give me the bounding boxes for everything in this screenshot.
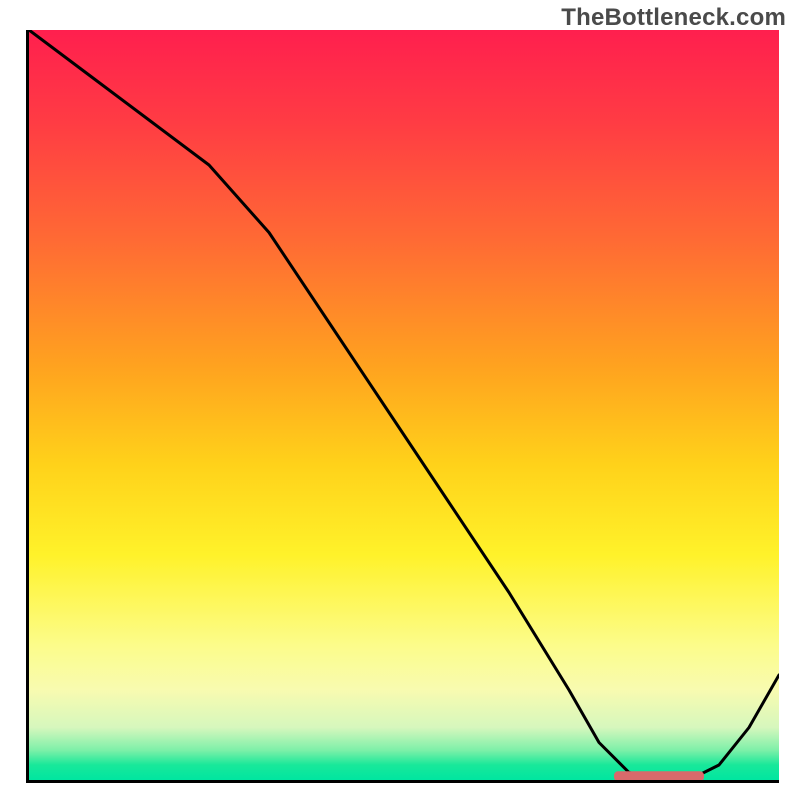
watermark-label: TheBottleneck.com: [561, 4, 786, 32]
chart-stage: TheBottleneck.com: [0, 0, 800, 800]
chart-overlay: [29, 30, 779, 780]
plot-area: [26, 30, 779, 783]
bottleneck-curve: [29, 30, 779, 780]
optimal-band-marker: [614, 771, 704, 780]
